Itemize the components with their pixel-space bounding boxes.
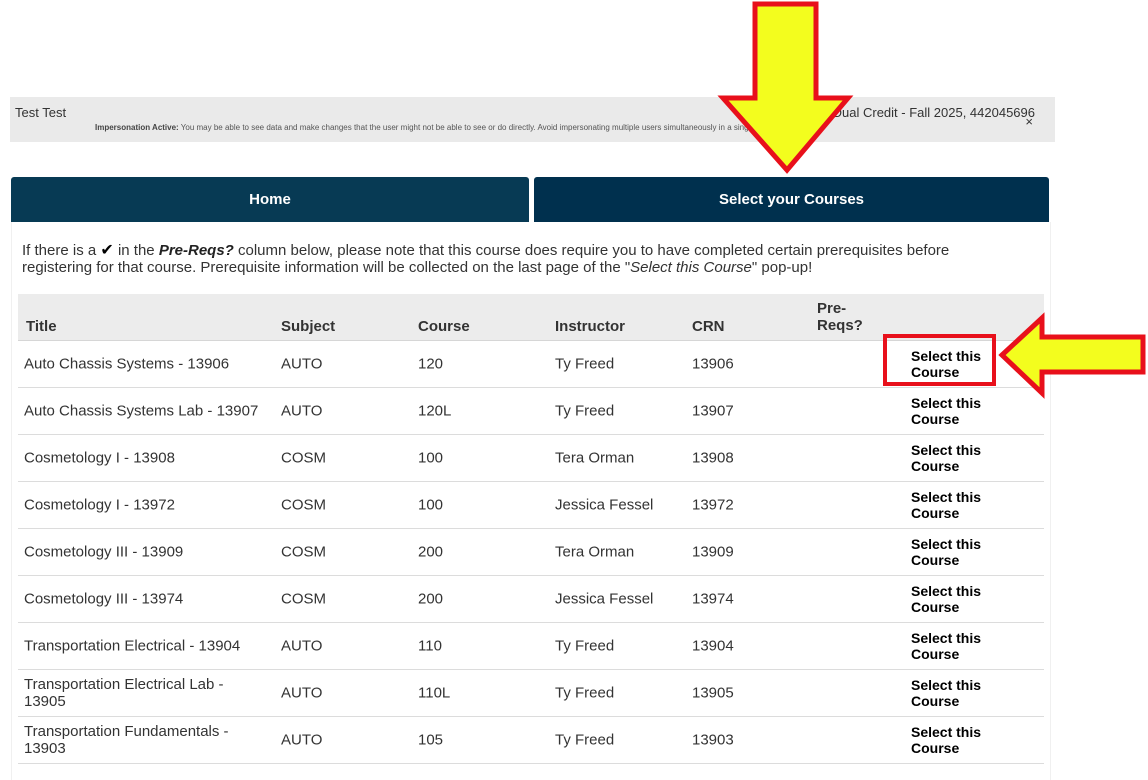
down-arrow-annotation	[717, 1, 854, 174]
annotation-arrows	[717, 1, 1146, 399]
left-arrow-annotation	[998, 312, 1146, 399]
